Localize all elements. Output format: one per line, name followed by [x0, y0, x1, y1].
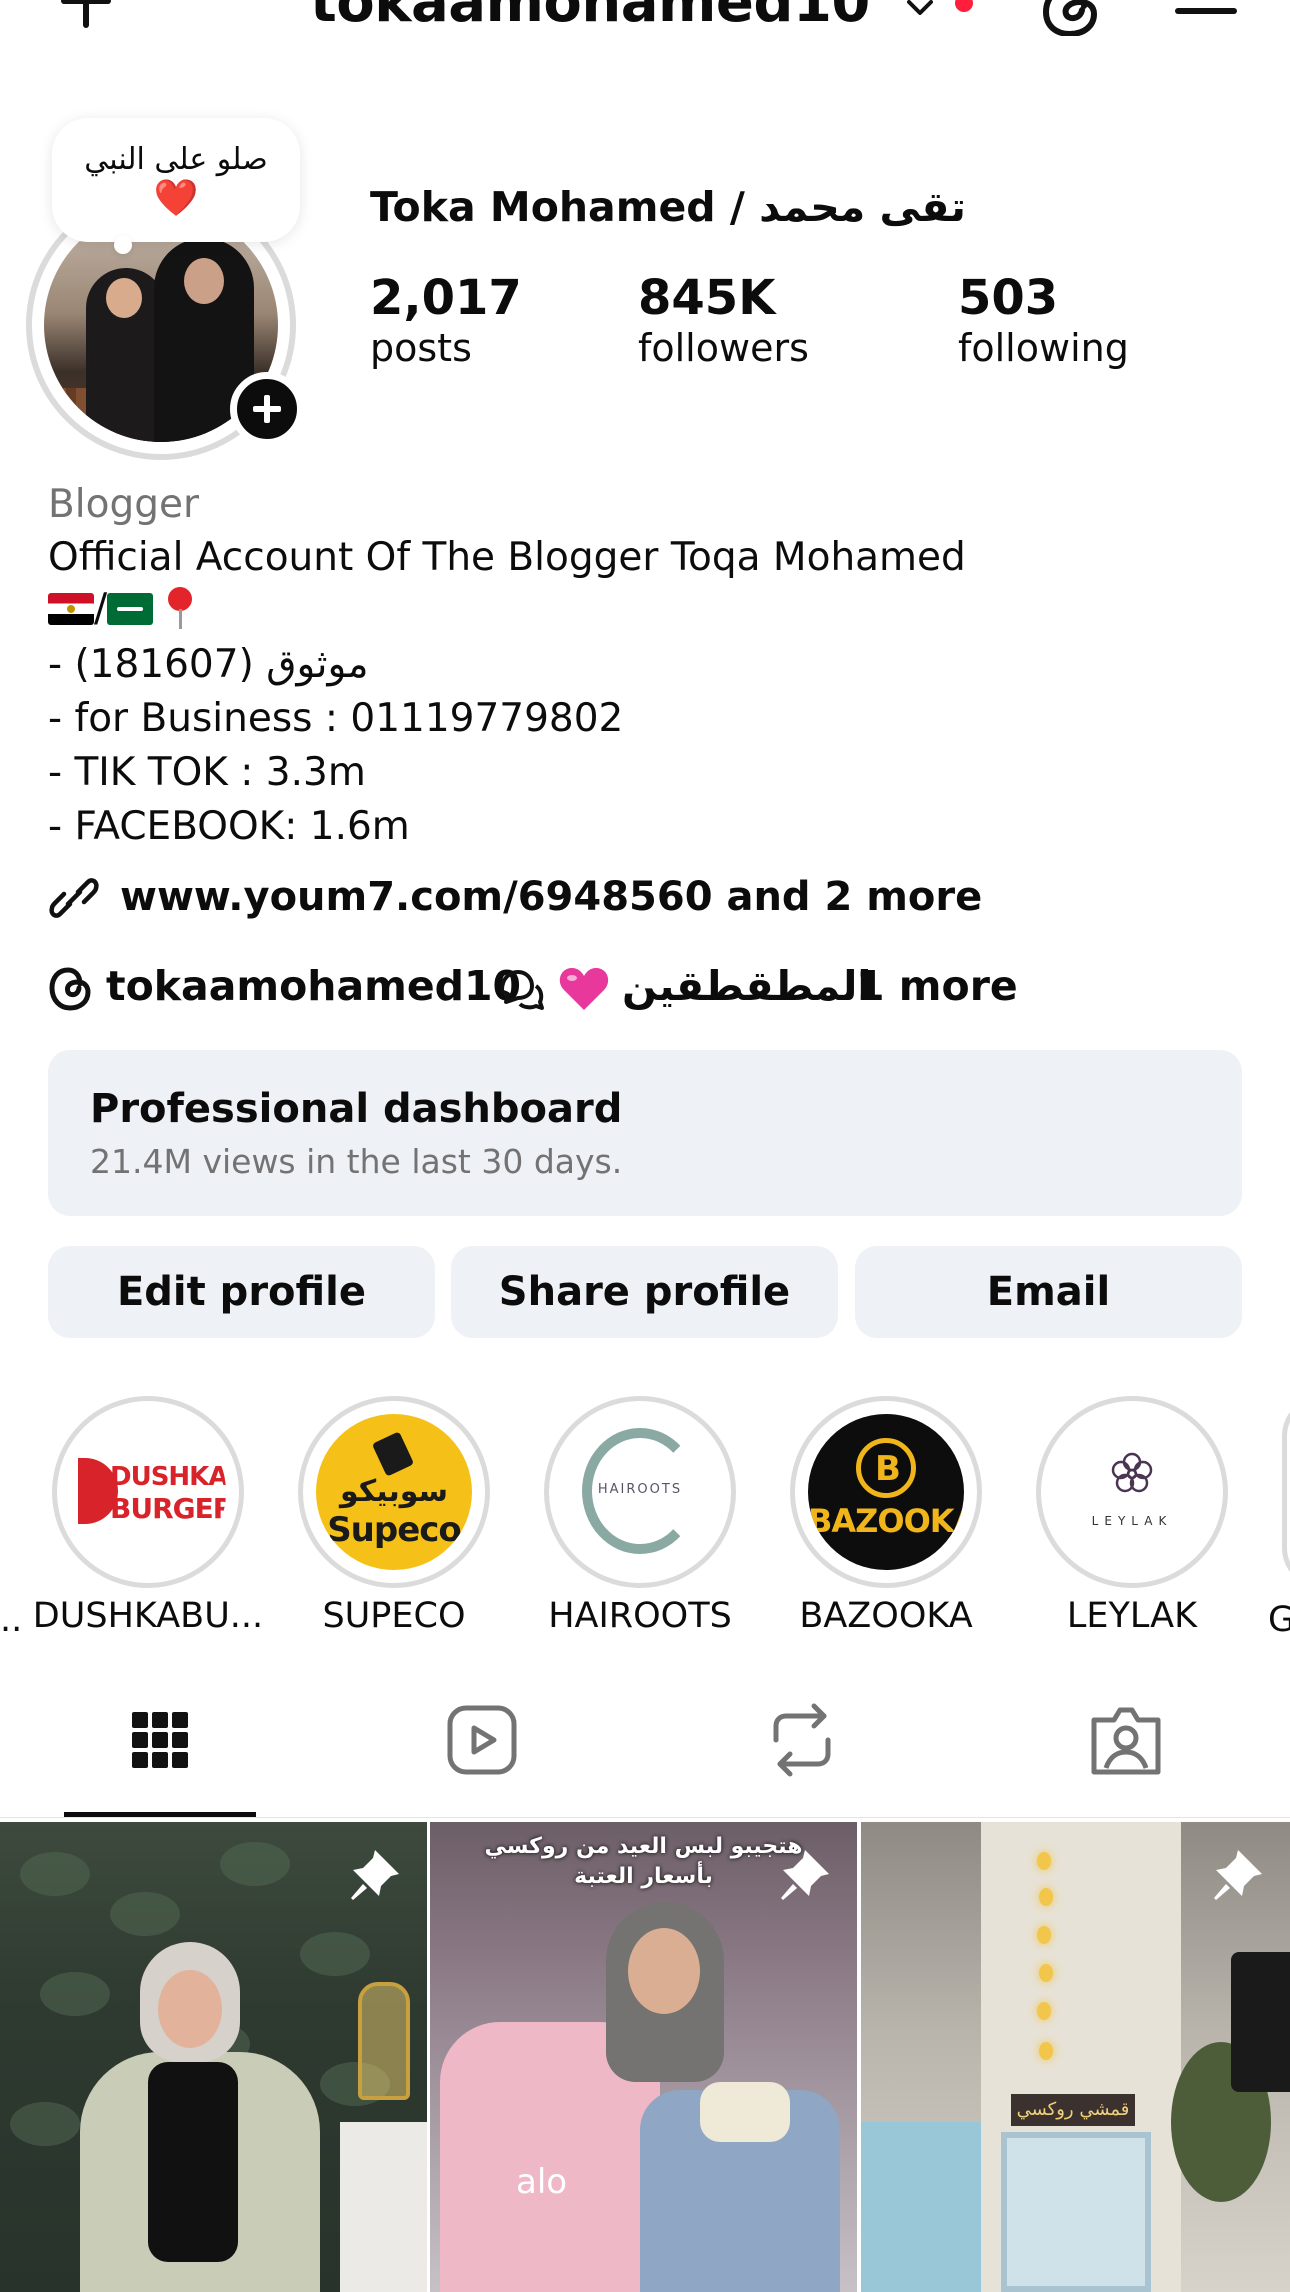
- tab-divider: [0, 1817, 1290, 1818]
- posts-label: posts: [370, 326, 472, 370]
- threads-icon: [49, 967, 91, 1011]
- followers-stat[interactable]: 845K followers: [638, 270, 809, 370]
- category-label: Blogger: [48, 482, 199, 527]
- supeco-logo: سوبيكو Supeco: [316, 1414, 472, 1570]
- email-button[interactable]: Email: [855, 1246, 1242, 1338]
- bio-line: - TIK TOK : 3.3m: [48, 750, 366, 795]
- pinned-icon: [1214, 1850, 1262, 1900]
- bio-line: Official Account Of The Blogger Toqa Moh…: [48, 535, 966, 580]
- flag-separator: /: [94, 586, 108, 631]
- post-thumbnail[interactable]: قمشي روكسي: [861, 1822, 1290, 2292]
- bio-flags-line: /: [48, 586, 195, 631]
- display-name: Toka Mohamed / تقى محمد: [370, 183, 966, 231]
- threads-row: tokaamohamed10 المطقطقين 1 more: [48, 958, 1148, 1018]
- more-link[interactable]: 1 more: [856, 962, 1018, 1010]
- add-story-button[interactable]: [230, 372, 304, 446]
- post-thumbnail[interactable]: [0, 1822, 427, 2292]
- highlight-label-partial: G: [1268, 1600, 1290, 1640]
- following-stat[interactable]: 503 following: [958, 270, 1129, 370]
- highlight-label: LEYLAK: [1066, 1596, 1198, 1636]
- heart-emoji-icon: [559, 968, 609, 1010]
- username-title[interactable]: tokaamohamed10: [310, 0, 870, 35]
- notification-dot: [955, 0, 973, 12]
- dashboard-title: Professional dashboard: [90, 1086, 623, 1132]
- bio-line: - for Business : 01119779802: [48, 696, 624, 741]
- reposts-icon[interactable]: [752, 1700, 852, 1780]
- saudi-flag-icon: [107, 593, 154, 625]
- hairoots-logo: HAIROOTS: [562, 1414, 718, 1570]
- bio-line: - FACEBOOK: 1.6m: [48, 804, 410, 849]
- highlight-label: HAIROOTS: [548, 1596, 732, 1636]
- flower-icon: [1111, 1452, 1153, 1493]
- professional-dashboard[interactable]: Professional dashboard 21.4M views in th…: [48, 1050, 1242, 1216]
- share-profile-button[interactable]: Share profile: [451, 1246, 838, 1338]
- menu-icon[interactable]: [1175, 0, 1237, 28]
- grid-icon[interactable]: [110, 1700, 210, 1780]
- followers-label: followers: [638, 326, 809, 370]
- channel-name[interactable]: المطقطقين: [622, 962, 871, 1010]
- top-bar: tokaamohamed10: [0, 0, 1290, 60]
- link-icon: [49, 878, 99, 918]
- highlight-label: DUSHKABU...: [32, 1596, 264, 1636]
- shirt-text: alo: [516, 2162, 568, 2202]
- heart-emoji: ❤️: [153, 177, 199, 218]
- location-pin-icon: [165, 587, 195, 631]
- highlight-partial[interactable]: [1282, 1396, 1290, 1588]
- bazooka-logo: BAZOOKA: [808, 1414, 964, 1570]
- following-count: 503: [958, 270, 1059, 326]
- bio-line: - (181607) موثوق: [48, 642, 369, 687]
- threads-icon[interactable]: [1040, 0, 1102, 36]
- link-text[interactable]: www.youm7.com/6948560 and 2 more: [120, 874, 982, 920]
- edit-profile-button[interactable]: Edit profile: [48, 1246, 435, 1338]
- chat-icon: [500, 970, 544, 1010]
- tagged-icon[interactable]: [1076, 1700, 1176, 1780]
- highlight-label: BAZOOKA: [799, 1596, 973, 1636]
- following-label: following: [958, 326, 1129, 370]
- pinned-icon: [781, 1850, 829, 1900]
- dashboard-subtitle: 21.4M views in the last 30 days.: [90, 1142, 623, 1181]
- shop-sign: قمشي روكسي: [1011, 2094, 1135, 2126]
- posts-stat[interactable]: 2,017 posts: [370, 270, 522, 370]
- threads-handle[interactable]: tokaamohamed10: [106, 962, 521, 1010]
- posts-count: 2,017: [370, 270, 522, 326]
- note-text: صلو على النبي: [84, 142, 268, 177]
- dushka-burger-logo: DUSHKA BURGER: [70, 1414, 226, 1570]
- post-thumbnail[interactable]: هتجيبو لبس العيد من روكسي بأسعار العتبة …: [430, 1822, 857, 2292]
- highlight-label: SUPECO: [322, 1596, 466, 1636]
- pinned-icon: [351, 1850, 399, 1900]
- egypt-flag-icon: [48, 593, 94, 625]
- plus-icon[interactable]: [55, 0, 115, 30]
- reels-icon[interactable]: [432, 1700, 532, 1780]
- leylak-logo: LEYLAK: [1054, 1414, 1210, 1570]
- followers-count: 845K: [638, 270, 776, 326]
- profile-note[interactable]: صلو على النبي ❤️: [52, 118, 300, 254]
- chevron-down-icon[interactable]: [905, 0, 935, 18]
